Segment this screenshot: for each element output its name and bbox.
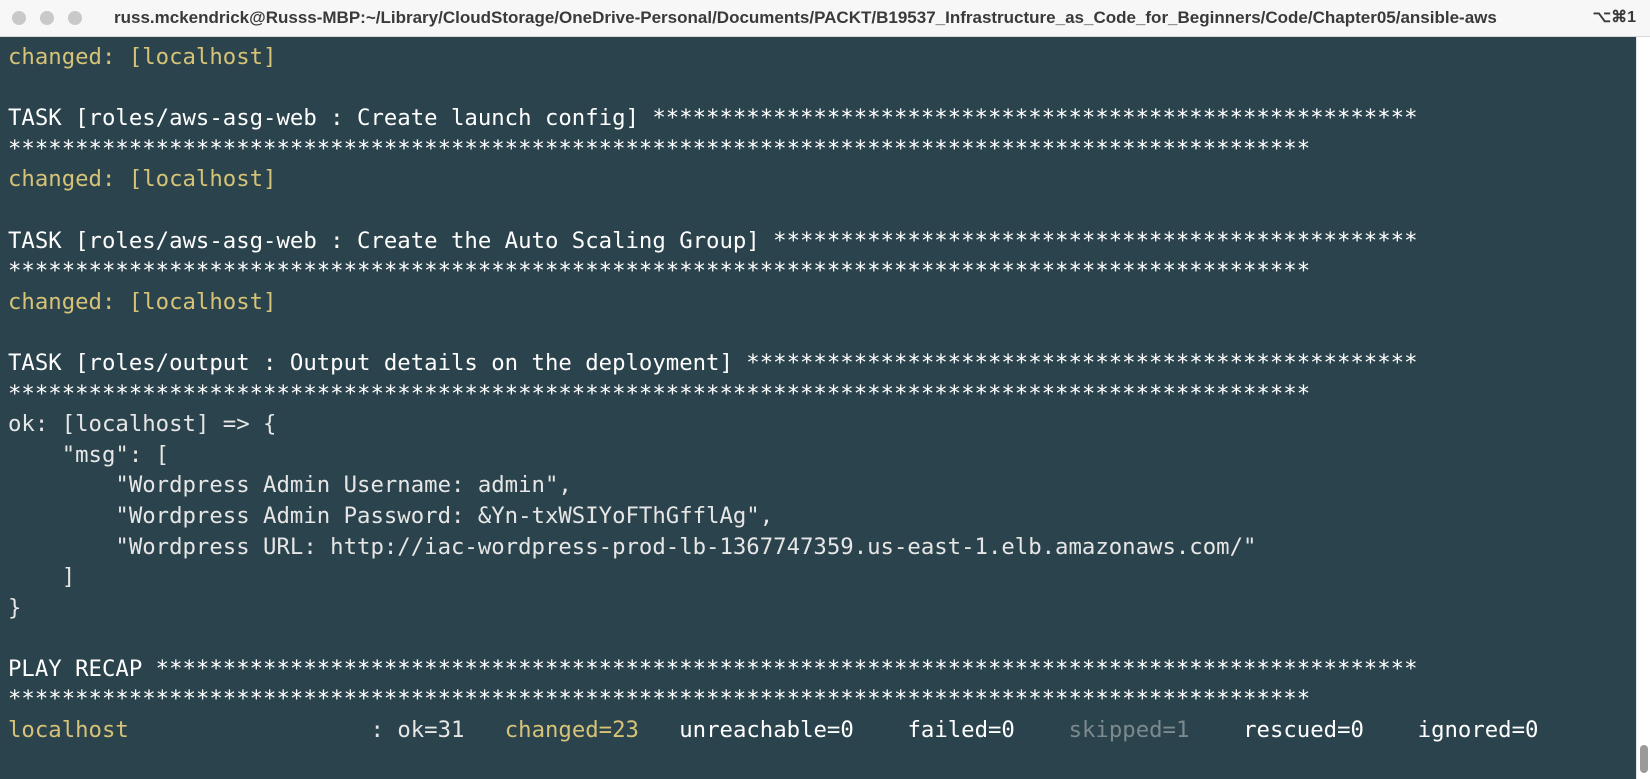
recap-unreachable: unreachable=0: [679, 717, 854, 744]
terminal-line: ****************************************…: [8, 380, 1311, 407]
title-bar: russ.mckendrick@Russs-MBP:~/Library/Clou…: [0, 0, 1650, 37]
recap-failed: failed=0: [907, 717, 1015, 744]
recap-separator: :: [128, 717, 398, 744]
terminal-line: ****************************************…: [8, 258, 1311, 285]
terminal-line: changed: [localhost]: [8, 166, 277, 193]
recap-changed: changed=23: [504, 717, 639, 744]
recap-rescued: rescued=0: [1243, 717, 1364, 744]
terminal-line: "msg": [: [8, 441, 170, 468]
terminal-line: PLAY RECAP *****************************…: [8, 655, 1418, 682]
terminal-line: ]: [8, 564, 76, 591]
terminal-line: changed: [localhost]: [8, 288, 277, 315]
terminal-line: ****************************************…: [8, 135, 1311, 162]
scrollbar-thumb[interactable]: [1640, 745, 1648, 773]
terminal-output[interactable]: changed: [localhost] TASK [roles/aws-asg-…: [8, 42, 1633, 746]
recap-ok: ok=31: [397, 717, 465, 744]
recap-host: localhost: [8, 717, 129, 744]
vertical-scrollbar[interactable]: [1636, 37, 1650, 779]
terminal-line: TASK [roles/aws-asg-web : Create launch …: [8, 105, 1418, 132]
recap-skipped: skipped=1: [1068, 717, 1190, 744]
close-button[interactable]: [12, 11, 26, 25]
terminal-line: ****************************************…: [8, 686, 1311, 713]
zoom-button[interactable]: [68, 11, 82, 25]
window-title: russ.mckendrick@Russs-MBP:~/Library/Clou…: [114, 8, 1497, 27]
window-shortcut: ⌥⌘1: [1592, 9, 1636, 26]
terminal-window: russ.mckendrick@Russs-MBP:~/Library/Clou…: [0, 0, 1650, 779]
terminal-line: TASK [roles/aws-asg-web : Create the Aut…: [8, 227, 1418, 254]
terminal-line: }: [8, 594, 22, 621]
terminal-line: "Wordpress Admin Password: &Yn-txWSIYoFT…: [8, 502, 774, 529]
terminal-line: "Wordpress URL: http://iac-wordpress-pro…: [8, 533, 1257, 560]
minimize-button[interactable]: [40, 11, 54, 25]
recap-ignored: ignored=0: [1417, 717, 1539, 744]
terminal-line: ok: [localhost] => {: [8, 411, 277, 438]
terminal-line: changed: [localhost]: [8, 44, 277, 70]
play-recap-line: localhost : ok=31 changed=23 unreachable…: [8, 715, 1633, 746]
terminal-line: TASK [roles/output : Output details on t…: [8, 349, 1418, 376]
terminal-line: "Wordpress Admin Username: admin",: [8, 472, 572, 499]
